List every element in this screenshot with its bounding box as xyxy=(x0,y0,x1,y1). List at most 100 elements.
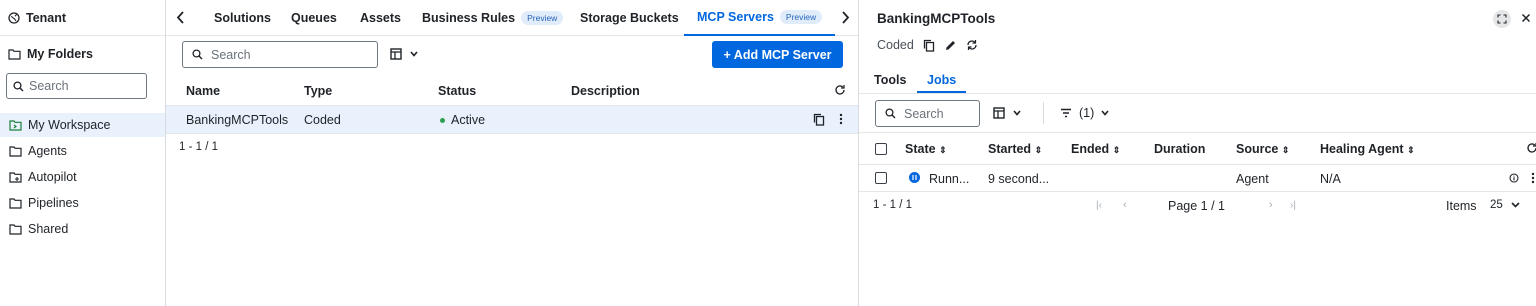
chevron-down-icon xyxy=(1101,110,1109,116)
table-row[interactable]: Runn... 9 second... Agent N/A xyxy=(859,165,1536,191)
mcp-server-detail-panel: BankingMCPTools Coded Tools Jobs (1) Sta… xyxy=(858,0,1536,306)
sidebar-item-pipelines[interactable]: Pipelines xyxy=(0,191,165,215)
my-folders-item[interactable]: My Folders xyxy=(8,47,93,61)
close-icon[interactable] xyxy=(1521,13,1531,23)
tab-tools[interactable]: Tools xyxy=(874,73,906,87)
more-options-icon[interactable] xyxy=(839,113,843,125)
tab-queues[interactable]: Queues xyxy=(291,0,337,36)
server-search-field[interactable] xyxy=(182,41,378,68)
my-folders-label: My Folders xyxy=(27,47,93,61)
tab-storage-buckets[interactable]: Storage Buckets xyxy=(580,0,679,36)
workspace-folder-icon xyxy=(9,119,22,131)
tab-jobs[interactable]: Jobs xyxy=(917,73,967,93)
sidebar-item-label: Autopilot xyxy=(28,170,77,184)
tenant-label: Tenant xyxy=(26,11,67,25)
folder-icon xyxy=(9,223,22,235)
jobs-search-field[interactable] xyxy=(875,100,980,127)
table-columns-icon xyxy=(390,48,402,60)
items-per-page-select[interactable]: 25 xyxy=(1490,199,1520,211)
first-page-icon[interactable]: |‹ xyxy=(1096,200,1102,211)
table-columns-icon xyxy=(993,107,1005,119)
tab-solutions[interactable]: Solutions xyxy=(214,0,271,36)
items-per-page-value: 25 xyxy=(1490,199,1503,211)
folder-search-input[interactable] xyxy=(29,79,129,93)
column-header-ended[interactable]: Ended ⇕ xyxy=(1071,142,1120,156)
filter-lines-icon xyxy=(1060,108,1072,118)
folder-icon xyxy=(9,145,22,157)
column-header-duration[interactable]: Duration xyxy=(1154,142,1205,156)
column-header-status[interactable]: Status xyxy=(438,84,476,98)
sidebar-item-my-workspace[interactable]: My Workspace xyxy=(0,113,165,137)
select-all-checkbox[interactable] xyxy=(875,143,887,155)
sidebar-item-label: My Workspace xyxy=(28,118,111,132)
search-icon xyxy=(885,108,896,119)
column-header-name[interactable]: Name xyxy=(186,84,220,98)
jobs-column-picker[interactable] xyxy=(993,107,1021,119)
copy-icon[interactable] xyxy=(813,113,825,126)
detail-title: BankingMCPTools xyxy=(877,11,996,26)
globe-icon xyxy=(8,12,20,24)
server-name[interactable]: BankingMCPTools xyxy=(186,113,288,127)
job-healing-agent: N/A xyxy=(1320,172,1341,186)
more-options-icon[interactable] xyxy=(1531,172,1535,184)
filter-button[interactable]: (1) xyxy=(1060,106,1109,120)
job-state: Runn... xyxy=(929,172,970,186)
folder-sidebar: Tenant My Folders My Workspace Agents Au… xyxy=(0,0,166,306)
sidebar-item-label: Agents xyxy=(28,144,67,158)
expand-icon[interactable] xyxy=(1493,10,1511,28)
edit-pencil-icon[interactable] xyxy=(944,39,957,52)
detail-subtitle-row: Coded xyxy=(877,38,978,52)
search-icon xyxy=(13,80,24,92)
running-state-icon xyxy=(909,172,920,183)
table-row[interactable]: BankingMCPTools Coded Active xyxy=(166,106,858,133)
column-header-description[interactable]: Description xyxy=(571,84,640,98)
copy-icon[interactable] xyxy=(923,39,935,52)
add-mcp-server-button[interactable]: + Add MCP Server xyxy=(712,41,843,68)
column-header-started[interactable]: Started ⇕ xyxy=(988,142,1042,156)
status-label: Active xyxy=(451,113,486,127)
sidebar-item-label: Shared xyxy=(28,222,69,236)
refresh-icon[interactable] xyxy=(834,84,846,96)
chevron-down-icon xyxy=(1511,202,1520,208)
jobs-search-input[interactable] xyxy=(904,106,964,121)
filter-count: (1) xyxy=(1079,106,1095,120)
last-page-icon[interactable]: ›| xyxy=(1290,200,1296,211)
row-checkbox[interactable] xyxy=(875,172,887,184)
column-header-state[interactable]: State ⇕ xyxy=(905,142,947,156)
chevron-down-icon xyxy=(1013,110,1021,116)
chevron-right-icon[interactable] xyxy=(841,11,850,24)
status-badge: Active xyxy=(440,113,485,127)
column-picker-button[interactable] xyxy=(390,48,418,60)
sidebar-item-shared[interactable]: Shared xyxy=(0,217,165,241)
tab-assets[interactable]: Assets xyxy=(360,0,401,36)
tab-mcp-servers[interactable]: MCP Servers Preview xyxy=(684,0,836,36)
server-type-label: Coded xyxy=(877,38,914,52)
folder-icon xyxy=(9,197,22,209)
sidebar-item-autopilot[interactable]: Autopilot xyxy=(0,165,165,189)
server-type: Coded xyxy=(304,113,341,127)
column-header-healing-agent[interactable]: Healing Agent ⇕ xyxy=(1320,142,1415,156)
jobs-range: 1 - 1 / 1 xyxy=(873,199,912,211)
autopilot-folder-icon xyxy=(9,171,22,183)
chevron-left-icon[interactable] xyxy=(176,11,185,24)
column-header-type[interactable]: Type xyxy=(304,84,332,98)
refresh-icon[interactable] xyxy=(1526,142,1536,154)
sync-icon[interactable] xyxy=(966,39,978,51)
server-search-input[interactable] xyxy=(211,47,331,62)
job-source: Agent xyxy=(1236,172,1269,186)
entity-tabs: Solutions Queues Assets Business Rules Pr… xyxy=(166,0,858,36)
job-started: 9 second... xyxy=(988,172,1050,186)
next-page-icon[interactable]: › xyxy=(1269,199,1273,211)
column-header-source[interactable]: Source ⇕ xyxy=(1236,142,1289,156)
info-icon[interactable] xyxy=(1509,173,1519,183)
chevron-down-icon xyxy=(410,51,418,57)
previous-page-icon[interactable]: ‹ xyxy=(1123,199,1127,211)
folder-search-field[interactable] xyxy=(6,73,147,99)
folder-icon xyxy=(8,48,21,60)
preview-badge: Preview xyxy=(521,11,564,25)
tab-business-rules[interactable]: Business Rules Preview xyxy=(422,0,564,36)
search-icon xyxy=(192,49,203,60)
tenant-item[interactable]: Tenant xyxy=(8,11,66,25)
sidebar-item-agents[interactable]: Agents xyxy=(0,139,165,163)
preview-badge: Preview xyxy=(779,10,823,24)
